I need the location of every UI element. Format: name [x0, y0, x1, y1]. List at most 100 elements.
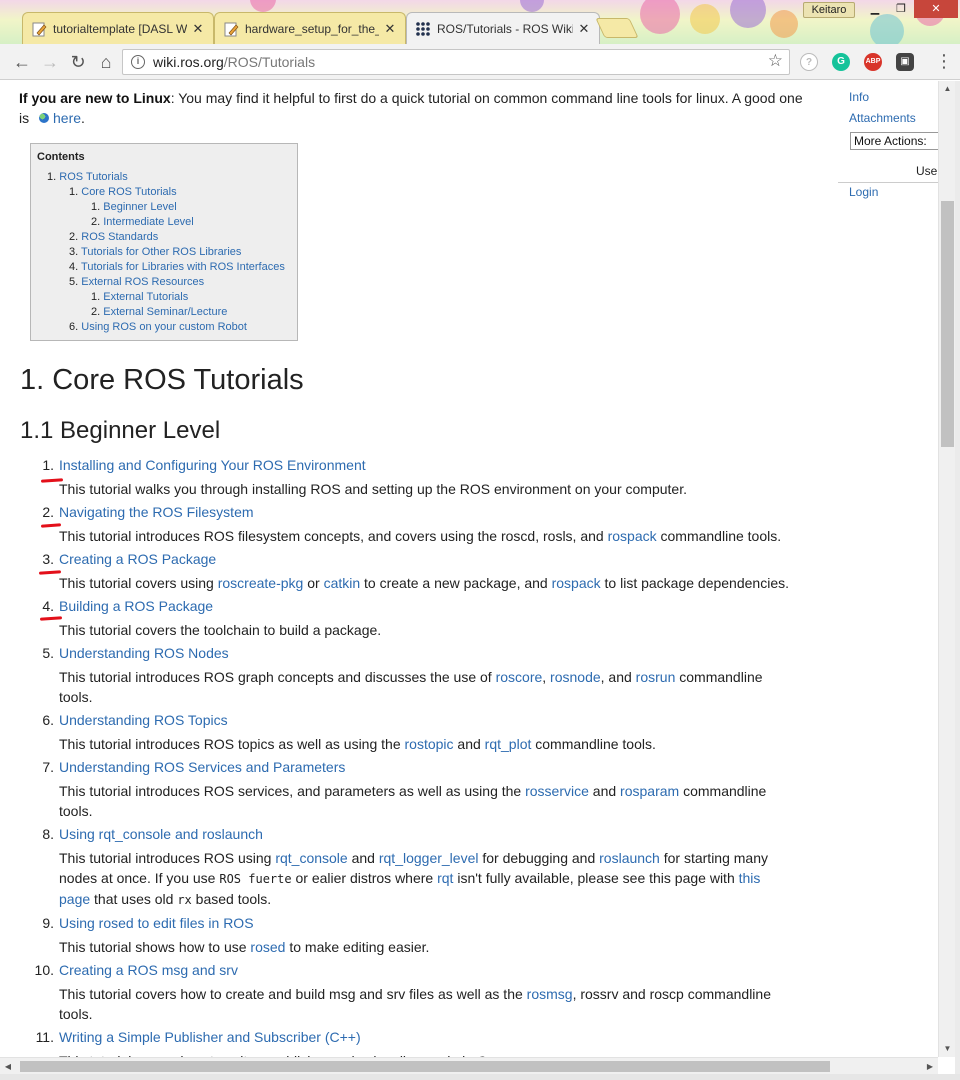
browser-toolbar: ← → ↻ ⌂ i wiki.ros.org/ROS/Tutorials ☆ ?…: [0, 44, 960, 80]
tab-close-button[interactable]: ✕: [383, 21, 397, 37]
scroll-up-arrow-icon[interactable]: ▲: [939, 81, 956, 97]
inline-link[interactable]: rospack: [608, 528, 657, 544]
subsection-heading: 1.1 Beginner Level: [20, 417, 221, 444]
toc-link[interactable]: External ROS Resources: [81, 276, 204, 288]
flower-decoration: [770, 10, 798, 38]
back-button[interactable]: ←: [10, 50, 34, 74]
tutorial-description: This tutorial covers how to create and b…: [59, 984, 794, 1024]
inline-link[interactable]: rosservice: [525, 783, 589, 799]
vertical-scrollbar[interactable]: ▲ ▼: [938, 81, 955, 1057]
inline-link[interactable]: roslaunch: [599, 850, 660, 866]
toc-num: 2.: [91, 306, 101, 318]
toc-link[interactable]: Using ROS on your custom Robot: [81, 321, 247, 333]
intro-link[interactable]: here: [53, 110, 81, 126]
tutorial-title-link[interactable]: Writing a Simple Publisher and Subscribe…: [59, 1027, 361, 1047]
inline-link[interactable]: rostopic: [405, 736, 454, 752]
tab-close-button[interactable]: ✕: [577, 21, 591, 37]
grammarly-extension-icon[interactable]: G: [832, 53, 850, 71]
tutorial-title-link[interactable]: Understanding ROS Nodes: [59, 643, 229, 663]
toc-link[interactable]: Tutorials for Other ROS Libraries: [81, 246, 241, 258]
inline-link[interactable]: rosmsg: [527, 986, 573, 1002]
toc-num: 2.: [69, 231, 79, 243]
scroll-right-arrow-icon[interactable]: ▶: [922, 1058, 938, 1075]
attachments-link[interactable]: Attachments: [849, 111, 916, 125]
tutorial-description: This tutorial introduces ROS graph conce…: [59, 667, 794, 707]
inline-link[interactable]: rqt_plot: [485, 736, 532, 752]
inline-link[interactable]: rosparam: [620, 783, 679, 799]
profile-button[interactable]: Keitaro: [803, 2, 855, 18]
toc-link[interactable]: Intermediate Level: [103, 216, 194, 228]
reload-button[interactable]: ↻: [66, 50, 90, 74]
toc-item: 1. External Tutorials: [91, 290, 188, 304]
flower-decoration: [730, 0, 766, 28]
intro-bold: If you are new to Linux: [19, 90, 171, 106]
close-window-button[interactable]: ✕: [914, 0, 958, 18]
pencil-page-icon: [224, 22, 239, 36]
tutorial-title-link[interactable]: Installing and Configuring Your ROS Envi…: [59, 455, 366, 475]
inline-link[interactable]: catkin: [324, 575, 361, 591]
minimize-button[interactable]: ▁: [862, 0, 888, 18]
tutorial-title-link[interactable]: Creating a ROS Package: [59, 549, 216, 569]
horizontal-scroll-thumb[interactable]: [20, 1061, 830, 1072]
tab-hardware-setup[interactable]: hardware_setup_for_the_ ✕: [214, 12, 406, 44]
tutorial-title-link[interactable]: Using rqt_console and roslaunch: [59, 824, 263, 844]
tab-close-button[interactable]: ✕: [191, 21, 205, 37]
inline-link[interactable]: rqt: [437, 870, 453, 886]
tab-ros-tutorials[interactable]: ROS/Tutorials - ROS Wiki ✕: [406, 12, 600, 44]
tutorial-description: This tutorial introduces ROS topics as w…: [59, 734, 794, 754]
toc-link[interactable]: Core ROS Tutorials: [81, 186, 176, 198]
description-text: , and: [600, 669, 636, 685]
toc-num: 3.: [69, 246, 79, 258]
home-button[interactable]: ⌂: [94, 50, 118, 74]
tutorial-title-link[interactable]: Creating a ROS msg and srv: [59, 960, 238, 980]
tutorial-title-link[interactable]: Using rosed to edit files in ROS: [59, 913, 254, 933]
window-edge: [0, 1074, 960, 1080]
inline-link[interactable]: rospack: [552, 575, 601, 591]
extension-icon[interactable]: ▣: [896, 53, 914, 71]
tutorial-description: This tutorial covers the toolchain to bu…: [59, 620, 794, 640]
info-link[interactable]: Info: [849, 90, 869, 104]
bookmark-star-icon[interactable]: ☆: [768, 51, 783, 71]
scroll-left-arrow-icon[interactable]: ◀: [0, 1058, 16, 1075]
tutorial-title-link[interactable]: Navigating the ROS Filesystem: [59, 502, 254, 522]
scroll-down-arrow-icon[interactable]: ▼: [939, 1041, 956, 1057]
login-link[interactable]: Login: [849, 185, 878, 199]
new-tab-button[interactable]: [595, 18, 639, 38]
inline-link[interactable]: rqt_console: [275, 850, 347, 866]
description-text: This tutorial introduces ROS filesystem …: [59, 528, 608, 544]
inline-link[interactable]: rosnode: [550, 669, 601, 685]
forward-button[interactable]: →: [38, 50, 62, 74]
tutorial-title-link[interactable]: Understanding ROS Services and Parameter…: [59, 757, 345, 777]
info-icon[interactable]: i: [131, 55, 145, 69]
inline-link[interactable]: roscore: [496, 669, 543, 685]
more-actions-select[interactable]: More Actions:: [850, 132, 938, 150]
toc-link[interactable]: External Seminar/Lecture: [103, 306, 227, 318]
horizontal-scrollbar[interactable]: ◀ ▶: [0, 1057, 938, 1074]
toc-link[interactable]: Beginner Level: [103, 201, 176, 213]
vertical-scroll-thumb[interactable]: [941, 201, 954, 447]
tutorial-title-link[interactable]: Building a ROS Package: [59, 596, 213, 616]
globe-icon: [39, 113, 50, 123]
toc-item: 4. Tutorials for Libraries with ROS Inte…: [69, 260, 285, 274]
flower-decoration: [870, 14, 904, 44]
maximize-button[interactable]: ❐: [888, 0, 914, 18]
toc-item: 2. Intermediate Level: [91, 215, 194, 229]
inline-link[interactable]: roscreate-pkg: [218, 575, 304, 591]
inline-link[interactable]: rosrun: [636, 669, 676, 685]
toc-num: 4.: [69, 261, 79, 273]
inline-link[interactable]: rosed: [250, 939, 285, 955]
tab-tutorialtemplate[interactable]: tutorialtemplate [DASL W ✕: [22, 12, 214, 44]
address-bar[interactable]: i wiki.ros.org/ROS/Tutorials ☆: [122, 49, 790, 75]
toc-num: 1.: [69, 186, 79, 198]
window-edge: [955, 81, 960, 1080]
adblock-plus-extension-icon[interactable]: ABP: [864, 53, 882, 71]
tab-title: tutorialtemplate [DASL W: [53, 21, 187, 36]
tutorial-title-link[interactable]: Understanding ROS Topics: [59, 710, 228, 730]
help-extension-icon[interactable]: ?: [800, 53, 818, 71]
toc-link[interactable]: ROS Standards: [81, 231, 158, 243]
browser-menu-icon[interactable]: ⋮: [935, 52, 953, 70]
toc-link[interactable]: ROS Tutorials: [59, 171, 127, 183]
inline-link[interactable]: rqt_logger_level: [379, 850, 479, 866]
toc-link[interactable]: External Tutorials: [103, 291, 188, 303]
toc-link[interactable]: Tutorials for Libraries with ROS Interfa…: [81, 261, 285, 273]
